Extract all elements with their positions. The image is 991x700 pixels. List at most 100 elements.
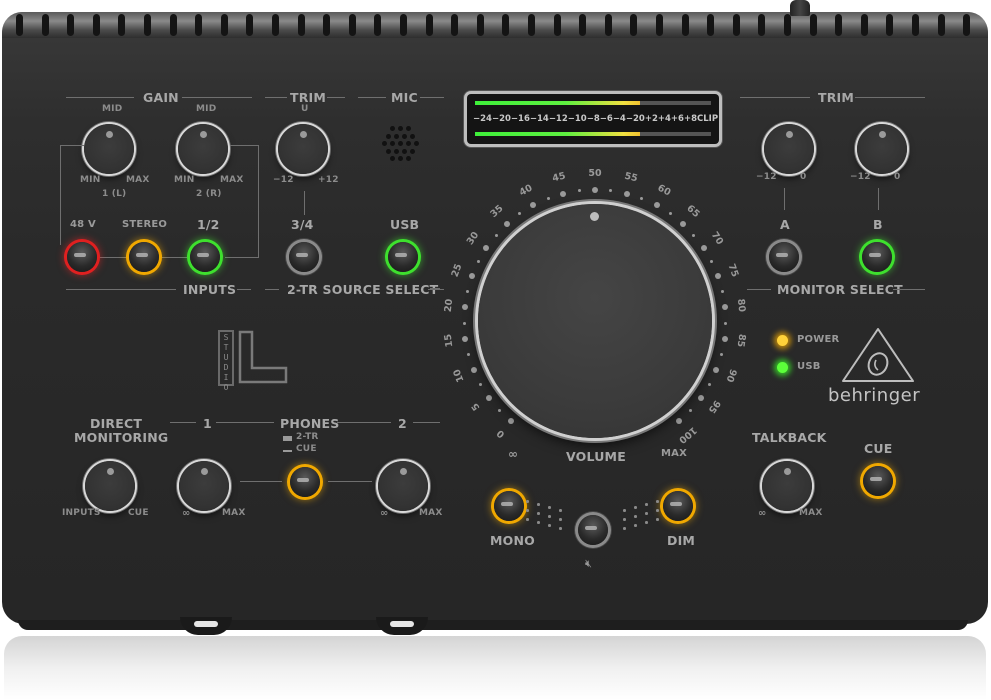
talkback-mic-grille: [380, 126, 424, 166]
monitor-trim-knob-a[interactable]: [764, 124, 814, 174]
input-12-button[interactable]: [190, 242, 220, 272]
knob-indicator: [199, 131, 207, 138]
volume-scale-minor-dot: [494, 233, 498, 237]
mic-hole: [386, 148, 391, 154]
gain-knob-2[interactable]: [178, 124, 228, 174]
vent-slot: [67, 14, 75, 36]
meter-scale-label: −4: [612, 114, 626, 124]
connector-line: [240, 481, 282, 482]
mic-hole: [406, 126, 411, 131]
volume-scale-minor-dot: [668, 212, 672, 216]
trim-max-label: +12: [318, 175, 339, 185]
vent-slot: [553, 14, 561, 36]
mic-hole: [410, 133, 415, 139]
meter-scale-label: −16: [510, 114, 530, 124]
mic-hole: [386, 133, 391, 139]
source-34-button[interactable]: [289, 242, 319, 272]
stereo-label: STEREO: [122, 219, 168, 230]
divider: [855, 97, 925, 98]
direct-monitoring-label-1: DIRECT: [90, 416, 143, 431]
divider: [216, 422, 274, 423]
connector-line: [878, 188, 879, 210]
vent-slot: [374, 14, 382, 36]
mic-hole: [406, 141, 411, 146]
phones-jack-2[interactable]: [376, 617, 428, 635]
monitor-a-button[interactable]: [769, 242, 799, 272]
vent-slot: [220, 14, 228, 36]
mic-hole: [406, 156, 411, 161]
dm-max-label: CUE: [128, 508, 149, 518]
connector-line: [304, 191, 305, 215]
volume-scale-major-dot: [679, 220, 686, 227]
monitor-trim-knob-b[interactable]: [857, 124, 907, 174]
decor-dot: [559, 518, 562, 521]
mic-header: MIC: [391, 90, 418, 105]
knob-indicator: [785, 131, 793, 138]
vent-slot: [144, 14, 151, 36]
mic-hole: [382, 141, 387, 146]
usb-led-label: USB: [797, 361, 821, 372]
vent-slot: [16, 14, 23, 36]
studio-logo-box: S T U D I O: [218, 330, 234, 392]
meter-scale-label: CLIP: [697, 114, 719, 124]
talkback-knob[interactable]: [762, 461, 812, 511]
monitor-b-button[interactable]: [862, 242, 892, 272]
meter-scale-label: −6: [599, 114, 613, 124]
divider: [420, 97, 444, 98]
usb-led: [777, 362, 788, 373]
decor-dot: [559, 527, 562, 530]
volume-min-label: ∞: [508, 447, 519, 461]
meter-scale-label: −12: [548, 114, 568, 124]
mono-button[interactable]: [494, 491, 524, 521]
vent-slot: [809, 14, 817, 36]
meter-bar-right: [475, 132, 711, 136]
decor-dot: [634, 515, 637, 518]
knob-indicator: [878, 131, 886, 138]
phantom-power-button[interactable]: [67, 242, 97, 272]
meter-scale-label: +4: [657, 114, 671, 124]
mute-button[interactable]: [578, 515, 608, 545]
dim-button[interactable]: [663, 491, 693, 521]
decor-dot: [548, 506, 551, 509]
input-trim-knob[interactable]: [278, 124, 328, 174]
inputs-footer: INPUTS: [183, 282, 237, 297]
l-logo-icon: [238, 330, 288, 384]
stereo-button[interactable]: [129, 242, 159, 272]
cue-button[interactable]: [863, 466, 893, 496]
decor-dot: [537, 503, 540, 506]
connector-line: [328, 481, 372, 482]
phones-1-knob[interactable]: [179, 461, 229, 511]
phones-jack-1[interactable]: [180, 617, 232, 635]
decor-dot: [634, 506, 637, 509]
meter-scale-label: −2: [625, 114, 639, 124]
decor-dot: [656, 518, 659, 521]
volume-knob[interactable]: [478, 204, 712, 438]
vent-slot: [297, 14, 305, 36]
gain-knob-1[interactable]: [84, 124, 134, 174]
vent-slot: [835, 14, 843, 36]
talkback-label: TALKBACK: [752, 430, 827, 445]
phantom-power-label: 48 V: [70, 219, 96, 230]
decor-dot: [645, 503, 648, 506]
volume-scale-minor-dot: [478, 383, 482, 386]
decor-dot: [526, 509, 529, 512]
rear-power-switch[interactable]: [790, 0, 810, 16]
phones-source-switch[interactable]: [290, 467, 320, 497]
gain-2-min-label: MIN: [174, 175, 195, 185]
monitor-select-footer: MONITOR SELECT: [777, 282, 903, 297]
mic-hole: [390, 141, 395, 146]
power-led: [777, 335, 788, 346]
connector-line: [230, 145, 258, 146]
phones-1-min-label: ∞: [182, 508, 191, 519]
source-usb-button[interactable]: [388, 242, 418, 272]
meter-scale-label: +6: [670, 114, 684, 124]
volume-scale-major-dot: [592, 187, 598, 193]
vent-slot: [656, 14, 663, 36]
studio-logo-text: S T U D I O: [223, 333, 229, 392]
knob-indicator: [105, 131, 113, 138]
vent-slot: [963, 14, 971, 36]
phones-2-knob[interactable]: [378, 461, 428, 511]
gain-1-min-label: MIN: [80, 175, 101, 185]
mic-hole: [402, 133, 407, 139]
direct-monitoring-knob[interactable]: [85, 461, 135, 511]
